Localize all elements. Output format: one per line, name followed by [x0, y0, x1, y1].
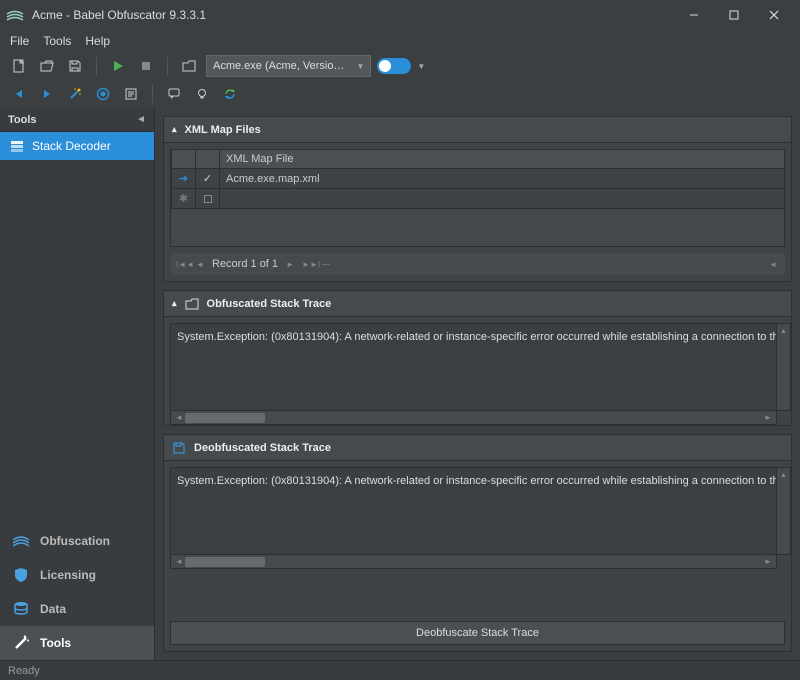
app-logo-icon [6, 6, 24, 24]
panel-xml-map: ▴ XML Map Files XML Map File ➔ ✓ Acme.ex… [163, 116, 792, 282]
status-text: Ready [8, 665, 40, 677]
grid-empty-area [170, 209, 785, 247]
scroll-up-button[interactable]: ▴ [777, 323, 791, 411]
titlebar: Acme - Babel Obfuscator 9.3.3.1 [0, 0, 800, 30]
scroll-left-icon[interactable]: ◄ [173, 413, 185, 422]
document-icon[interactable] [120, 83, 142, 105]
menu-file[interactable]: File [10, 34, 29, 48]
nav-tools[interactable]: Tools [0, 626, 154, 660]
panel-deobfuscated-trace: Deobfuscated Stack Trace System.Exceptio… [163, 434, 792, 652]
scroll-up-button[interactable]: ▴ [777, 467, 791, 555]
prev-record-button[interactable]: ◄ [194, 260, 206, 269]
nav-label: Tools [40, 636, 71, 650]
open-file-button[interactable] [36, 55, 58, 77]
wand-icon[interactable] [64, 83, 86, 105]
chevron-down-icon[interactable]: ▼ [417, 62, 425, 71]
grid-header: XML Map File [170, 149, 785, 169]
maximize-button[interactable] [714, 0, 754, 30]
nav-label: Licensing [40, 568, 96, 582]
close-button[interactable] [754, 0, 794, 30]
wave-icon [12, 532, 30, 550]
cell-filename: Acme.exe.map.xml [219, 169, 784, 188]
nav-label: Obfuscation [40, 534, 110, 548]
main-area: ▴ XML Map Files XML Map File ➔ ✓ Acme.ex… [155, 108, 800, 660]
chat-icon[interactable] [163, 83, 185, 105]
wand-icon [12, 634, 30, 652]
nav-back-button[interactable] [8, 83, 30, 105]
status-bar: Ready [0, 660, 800, 680]
record-navigator: I◄◄ ◄ Record 1 of 1 ► ►►I — ◄ [170, 253, 785, 275]
assembly-dropdown-text: Acme.exe (Acme, Versio… [213, 60, 344, 72]
nav-forward-button[interactable] [36, 83, 58, 105]
new-file-button[interactable] [8, 55, 30, 77]
sidebar-header: Tools ◄ [0, 108, 154, 132]
chevron-up-icon[interactable]: ▴ [172, 124, 177, 135]
scroll-right-icon[interactable]: ► [762, 413, 774, 422]
nav-obfuscation[interactable]: Obfuscation [0, 524, 154, 558]
chevron-down-icon: ▼ [356, 62, 364, 71]
target-icon[interactable] [92, 83, 114, 105]
sidebar: Tools ◄ Stack Decoder Obfuscation Licens… [0, 108, 155, 660]
scroll-right-icon[interactable]: ► [762, 557, 774, 566]
menu-help[interactable]: Help [85, 34, 110, 48]
last-record-button[interactable]: ►►I [302, 260, 314, 269]
panel-obfuscated-trace: ▴ Obfuscated Stack Trace System.Exceptio… [163, 290, 792, 426]
obfuscated-trace-text[interactable]: System.Exception: (0x80131904): A networ… [170, 323, 777, 411]
save-icon[interactable] [172, 441, 186, 455]
refresh-icon[interactable] [219, 83, 241, 105]
scroll-thumb[interactable] [185, 413, 265, 423]
assembly-dropdown[interactable]: Acme.exe (Acme, Versio… ▼ [206, 55, 371, 77]
record-indicator: Record 1 of 1 [212, 258, 278, 270]
nav-label: Data [40, 602, 66, 616]
first-record-button[interactable]: I◄◄ [176, 260, 188, 269]
h-scrollbar[interactable]: ◄ ► [170, 411, 777, 425]
toolbar-secondary [0, 80, 800, 108]
sidebar-item-label: Stack Decoder [32, 139, 111, 153]
panel-title: XML Map Files [185, 124, 261, 136]
window-title: Acme - Babel Obfuscator 9.3.3.1 [32, 8, 674, 22]
col-header[interactable]: XML Map File [219, 150, 784, 168]
nav-licensing[interactable]: Licensing [0, 558, 154, 592]
run-button[interactable] [107, 55, 129, 77]
scroll-left-icon[interactable]: ◄ [173, 557, 185, 566]
next-record-button[interactable]: ► [284, 260, 296, 269]
nav-data[interactable]: Data [0, 592, 154, 626]
folder-open-icon[interactable] [185, 297, 199, 311]
remove-record-button[interactable]: — [320, 260, 332, 269]
menu-tools[interactable]: Tools [43, 34, 71, 48]
scroll-left-button[interactable]: ◄ [767, 260, 779, 269]
stack-icon [10, 139, 24, 153]
deobfuscate-button-label: Deobfuscate Stack Trace [416, 627, 539, 639]
scroll-thumb[interactable] [185, 557, 265, 567]
database-icon [12, 600, 30, 618]
sidebar-title: Tools [8, 114, 37, 126]
grid-row[interactable]: ➔ ✓ Acme.exe.map.xml [170, 169, 785, 189]
deobfuscate-button[interactable]: Deobfuscate Stack Trace [170, 621, 785, 645]
chevron-up-icon[interactable]: ▴ [172, 298, 177, 309]
toggle-switch[interactable] [377, 58, 411, 74]
save-file-button[interactable] [64, 55, 86, 77]
panel-title: Obfuscated Stack Trace [207, 298, 332, 310]
bulb-icon[interactable] [191, 83, 213, 105]
minimize-button[interactable] [674, 0, 714, 30]
stop-button[interactable] [135, 55, 157, 77]
panel-title: Deobfuscated Stack Trace [194, 442, 331, 454]
open-folder-button[interactable] [178, 55, 200, 77]
toolbar-main: Acme.exe (Acme, Versio… ▼ ▼ [0, 52, 800, 80]
deobfuscated-trace-text[interactable]: System.Exception: (0x80131904): A networ… [170, 467, 777, 555]
sidebar-item-stack-decoder[interactable]: Stack Decoder [0, 132, 154, 160]
menubar: File Tools Help [0, 30, 800, 52]
collapse-icon[interactable]: ◄ [136, 114, 146, 125]
h-scrollbar[interactable]: ◄ ► [170, 555, 777, 569]
shield-icon [12, 566, 30, 584]
grid-new-row[interactable]: ✱ [170, 189, 785, 209]
